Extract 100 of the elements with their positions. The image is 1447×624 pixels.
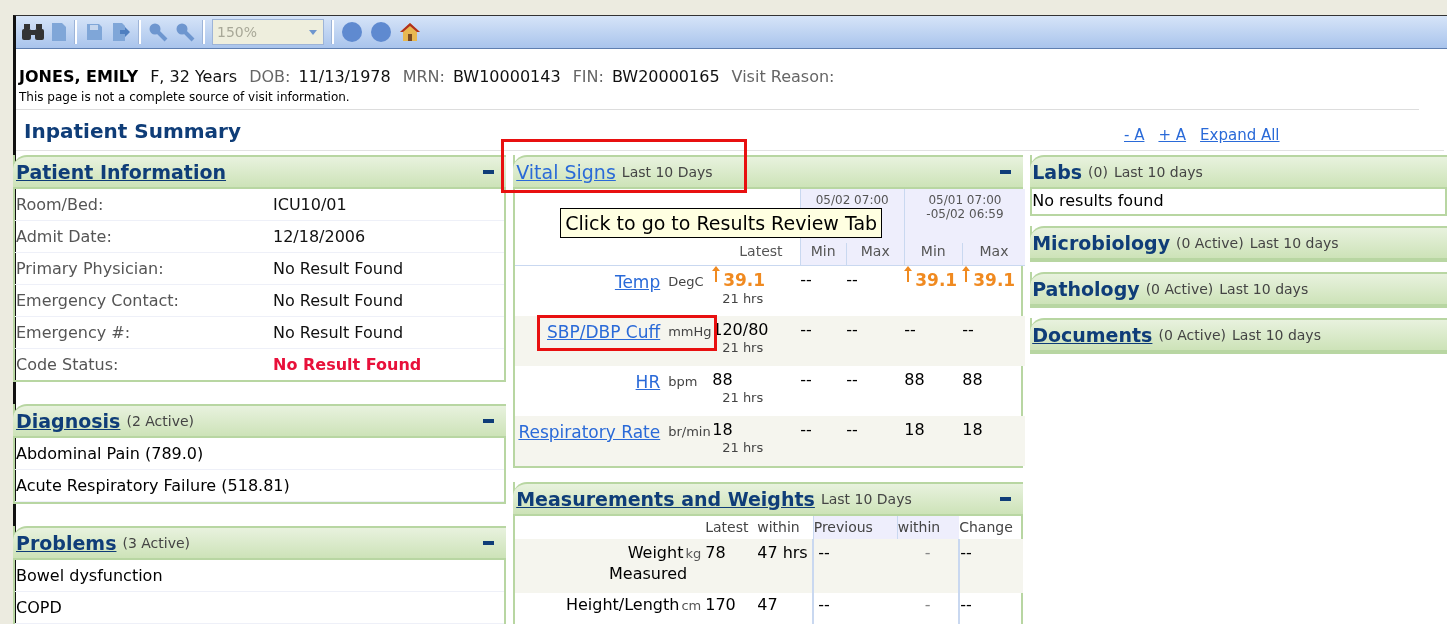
- vital-value: --: [962, 320, 974, 339]
- previous-within: -: [924, 595, 931, 614]
- list-item: Acute Respiratory Failure (518.81): [15, 470, 505, 502]
- panel-title-link[interactable]: Diagnosis: [16, 410, 121, 432]
- field-label: DOB:: [249, 67, 291, 86]
- up-arrow-icon: [962, 266, 971, 282]
- column-header: Min: [810, 243, 836, 259]
- page-link[interactable]: Expand All: [1200, 126, 1280, 144]
- vital-value: 39.1: [915, 270, 958, 290]
- panel-subtitle: Last 10 Days: [621, 164, 713, 180]
- column-header: Min: [920, 243, 946, 259]
- vital-value: --: [846, 370, 858, 389]
- circle-icon[interactable]: [370, 21, 392, 43]
- home-icon[interactable]: [399, 21, 421, 43]
- list-item: COPD: [15, 592, 505, 624]
- panel-title-link[interactable]: Vital Signs: [516, 161, 616, 183]
- empty-message: No results found: [1032, 190, 1165, 212]
- column-header: within: [757, 519, 800, 535]
- date-range: 05/01 07:00: [927, 193, 1003, 207]
- vital-value: --: [846, 420, 858, 439]
- panel-title-link[interactable]: Labs: [1032, 161, 1083, 183]
- change-value: --: [960, 595, 972, 614]
- disclaimer-text: This page is not a complete source of visit information.: [16, 86, 1419, 110]
- vital-link[interactable]: Temp: [614, 272, 661, 292]
- up-arrow-icon: [712, 266, 721, 282]
- unit-label: mmHg: [668, 324, 712, 339]
- within-label: 47: [757, 595, 778, 614]
- page-link[interactable]: + A: [1158, 126, 1187, 144]
- vital-value: --: [904, 320, 916, 339]
- column-header: Max: [860, 243, 890, 259]
- column-header: Previous: [813, 519, 873, 535]
- vital-value: --: [800, 270, 812, 289]
- panel-title-link[interactable]: Microbiology: [1032, 232, 1171, 254]
- panel-subtitle: Last 10 days: [1232, 327, 1321, 343]
- vital-value: 18: [904, 420, 925, 439]
- info-value: No Result Found: [273, 259, 404, 278]
- change-value: --: [960, 543, 972, 562]
- field-value: BW20000165: [611, 67, 720, 86]
- previous-within: -: [924, 543, 931, 562]
- vital-value: 39.1: [723, 270, 766, 290]
- collapse-icon[interactable]: [1000, 497, 1012, 501]
- measure-name: Weight: [627, 543, 684, 562]
- column-header: within: [897, 519, 941, 535]
- collapse-icon[interactable]: [483, 170, 495, 174]
- unit-label: br/min: [668, 424, 711, 439]
- collapse-icon[interactable]: [483, 541, 495, 545]
- tooltip: Click to go to Results Review Tab: [560, 208, 883, 238]
- field-value: BW10000143: [452, 67, 561, 86]
- vital-value: --: [800, 370, 812, 389]
- vital-value: --: [800, 320, 812, 339]
- panel-title-link[interactable]: Documents: [1032, 324, 1153, 346]
- export-icon[interactable]: [111, 22, 131, 42]
- panel-subtitle: Last 10 days: [1219, 281, 1309, 297]
- age-label: 21 hrs: [722, 292, 765, 306]
- collapse-icon[interactable]: [483, 419, 495, 423]
- circle-icon[interactable]: [341, 21, 363, 43]
- panel-subtitle: Last 10 days: [1113, 164, 1203, 180]
- field-label: MRN:: [402, 67, 445, 86]
- panel-title-link[interactable]: Measurements and Weights: [516, 488, 815, 510]
- unit-label: DegC: [668, 274, 704, 289]
- previous-value: --: [818, 595, 830, 614]
- column-header: Max: [979, 243, 1009, 259]
- previous-value: --: [818, 543, 830, 562]
- panel-subtitle: Last 10 Days: [820, 491, 912, 507]
- unit-label: kg: [685, 546, 703, 561]
- vital-value: 39.1: [973, 270, 1016, 290]
- binoculars-icon[interactable]: [22, 22, 44, 42]
- panel-title-link[interactable]: Patient Information: [16, 161, 227, 183]
- collapse-icon[interactable]: [1000, 170, 1012, 174]
- active-count: (0): [1088, 164, 1108, 180]
- page-link[interactable]: - A: [1124, 126, 1145, 144]
- patient-sex-age: F, 32 Years: [150, 67, 238, 86]
- panel-title-link[interactable]: Problems: [16, 532, 117, 554]
- vital-value: 88: [904, 370, 925, 389]
- info-value: 12/18/2006: [273, 227, 366, 246]
- field-value: 11/13/1978: [298, 67, 391, 86]
- unit-label: bpm: [668, 374, 698, 389]
- field-label: FIN:: [572, 67, 604, 86]
- vital-link[interactable]: HR: [635, 372, 661, 392]
- info-label: Room/Bed:: [16, 195, 105, 214]
- active-count: (2 Active): [126, 413, 194, 429]
- field-label: Visit Reason:: [731, 67, 835, 86]
- measure-name: Measured: [609, 564, 688, 583]
- active-count: (0 Active): [1176, 235, 1244, 251]
- vital-value: 88: [712, 370, 733, 389]
- vital-value: 120/80: [712, 320, 769, 339]
- vital-value: --: [846, 270, 858, 289]
- info-value: ICU10/01: [273, 195, 347, 214]
- info-value: No Result Found: [273, 323, 404, 342]
- vital-value: --: [846, 320, 858, 339]
- list-item: Bowel dysfunction: [15, 560, 505, 592]
- panel-subtitle: Last 10 days: [1249, 235, 1339, 251]
- panel-title-link[interactable]: Pathology: [1032, 278, 1140, 300]
- measure-value: 78: [705, 543, 726, 562]
- vital-value: 18: [962, 420, 983, 439]
- age-label: 21 hrs: [722, 341, 765, 355]
- info-label: Emergency #:: [16, 323, 132, 342]
- column-header: Latest: [739, 243, 783, 259]
- date-range: 05/02 07:00: [814, 193, 890, 207]
- info-label: Code Status:: [16, 355, 120, 374]
